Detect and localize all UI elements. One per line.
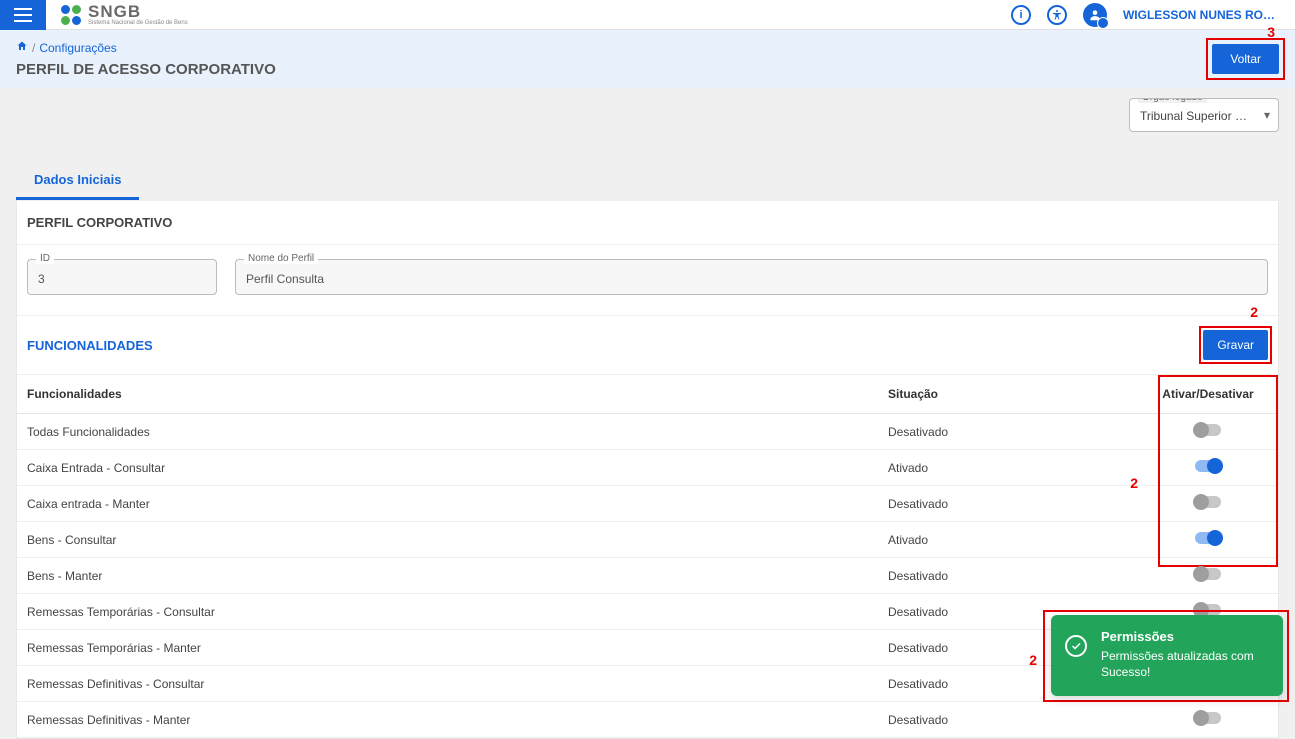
- section-funcionalidades-title: FUNCIONALIDADES: [27, 338, 153, 353]
- nome-perfil-field[interactable]: Nome do Perfil Perfil Consulta: [235, 259, 1268, 295]
- cell-toggle: [1138, 558, 1278, 594]
- cell-situacao: Desativado: [878, 414, 1138, 450]
- nome-perfil-value: Perfil Consulta: [246, 272, 324, 286]
- logo-text: SNGB: [88, 3, 188, 20]
- toast-title: Permissões: [1101, 629, 1267, 644]
- cell-toggle: [1138, 414, 1278, 450]
- info-icon[interactable]: i: [1011, 5, 1031, 25]
- annotation-number-voltar: 3: [1267, 24, 1275, 40]
- breadcrumb-separator: /: [32, 41, 35, 55]
- cell-funcionalidade: Caixa Entrada - Consultar: [17, 450, 878, 486]
- toggle-switch[interactable]: [1195, 496, 1221, 508]
- home-icon[interactable]: [16, 40, 28, 55]
- cell-funcionalidade: Remessas Temporárias - Consultar: [17, 594, 878, 630]
- user-name-link[interactable]: WIGLESSON NUNES RO…: [1123, 8, 1275, 22]
- annotation-number-gravar: 2: [1250, 304, 1258, 320]
- table-row: Caixa Entrada - ConsultarAtivado: [17, 450, 1278, 486]
- col-situacao: Situação: [878, 375, 1138, 414]
- id-label: ID: [36, 253, 54, 264]
- table-row: Bens - ConsultarAtivado: [17, 522, 1278, 558]
- cell-funcionalidade: Remessas Temporárias - Manter: [17, 630, 878, 666]
- cell-toggle: [1138, 522, 1278, 558]
- cell-situacao: Ativado: [878, 450, 1138, 486]
- tab-dados-iniciais[interactable]: Dados Iniciais: [16, 162, 139, 200]
- check-circle-icon: [1065, 635, 1087, 657]
- app-header: SNGB Sistema Nacional de Gestão de Bens …: [0, 0, 1295, 30]
- nome-perfil-label: Nome do Perfil: [244, 253, 318, 264]
- cell-funcionalidade: Remessas Definitivas - Manter: [17, 702, 878, 738]
- breadcrumb-config[interactable]: Configurações: [39, 41, 116, 55]
- cell-toggle: [1138, 702, 1278, 738]
- toggle-switch[interactable]: [1195, 712, 1221, 724]
- orgao-logado-value: Tribunal Superior do Tra…: [1140, 109, 1279, 123]
- hamburger-icon: [14, 8, 32, 22]
- cell-situacao: Desativado: [878, 486, 1138, 522]
- accessibility-icon[interactable]: [1047, 5, 1067, 25]
- cell-funcionalidade: Bens - Manter: [17, 558, 878, 594]
- page-title: PERFIL DE ACESSO CORPORATIVO: [16, 61, 276, 78]
- user-avatar-icon[interactable]: [1083, 3, 1107, 27]
- gravar-button[interactable]: Gravar: [1203, 330, 1268, 360]
- logo-icon: [60, 4, 82, 26]
- cell-funcionalidade: Todas Funcionalidades: [17, 414, 878, 450]
- cell-situacao: Desativado: [878, 702, 1138, 738]
- hamburger-menu-button[interactable]: [0, 0, 46, 30]
- section-perfil-header: PERFIL CORPORATIVO: [17, 200, 1278, 245]
- cell-toggle: [1138, 450, 1278, 486]
- annotation-number-table: 2: [1130, 475, 1138, 491]
- toggle-switch[interactable]: [1195, 568, 1221, 580]
- col-ativar-desativar: Ativar/Desativar: [1138, 375, 1278, 414]
- voltar-button[interactable]: Voltar: [1212, 44, 1279, 74]
- orgao-logado-select[interactable]: Órgão logado Tribunal Superior do Tra… ▾: [1129, 98, 1279, 132]
- orgao-logado-label: Órgão logado: [1138, 98, 1207, 103]
- cell-funcionalidade: Remessas Definitivas - Consultar: [17, 666, 878, 702]
- chevron-down-icon: ▾: [1264, 108, 1270, 122]
- table-row: Bens - ManterDesativado: [17, 558, 1278, 594]
- breadcrumb: / Configurações: [16, 40, 276, 55]
- annotation-number-toast: 2: [1029, 652, 1037, 668]
- person-icon: [1051, 9, 1063, 21]
- avatar-icon: [1088, 8, 1102, 22]
- cell-situacao: Ativado: [878, 522, 1138, 558]
- cell-toggle: [1138, 486, 1278, 522]
- cell-funcionalidade: Bens - Consultar: [17, 522, 878, 558]
- toggle-switch[interactable]: [1195, 460, 1221, 472]
- toggle-switch[interactable]: [1195, 424, 1221, 436]
- id-field[interactable]: ID 3: [27, 259, 217, 295]
- breadcrumb-bar: / Configurações PERFIL DE ACESSO CORPORA…: [0, 30, 1295, 88]
- logo: SNGB Sistema Nacional de Gestão de Bens: [46, 3, 188, 26]
- table-row: Caixa entrada - ManterDesativado: [17, 486, 1278, 522]
- table-row: Remessas Definitivas - ManterDesativado: [17, 702, 1278, 738]
- success-toast: Permissões Permissões atualizadas com Su…: [1051, 615, 1283, 696]
- toggle-switch[interactable]: [1195, 532, 1221, 544]
- table-row: Todas FuncionalidadesDesativado: [17, 414, 1278, 450]
- col-funcionalidades: Funcionalidades: [17, 375, 878, 414]
- id-value: 3: [38, 272, 45, 286]
- toast-message: Permissões atualizadas com Sucesso!: [1101, 648, 1267, 680]
- logo-subtext: Sistema Nacional de Gestão de Bens: [88, 20, 188, 26]
- cell-situacao: Desativado: [878, 558, 1138, 594]
- section-funcionalidades-header: FUNCIONALIDADES 2 Gravar: [17, 315, 1278, 375]
- cell-funcionalidade: Caixa entrada - Manter: [17, 486, 878, 522]
- section-perfil-title: PERFIL CORPORATIVO: [27, 215, 172, 230]
